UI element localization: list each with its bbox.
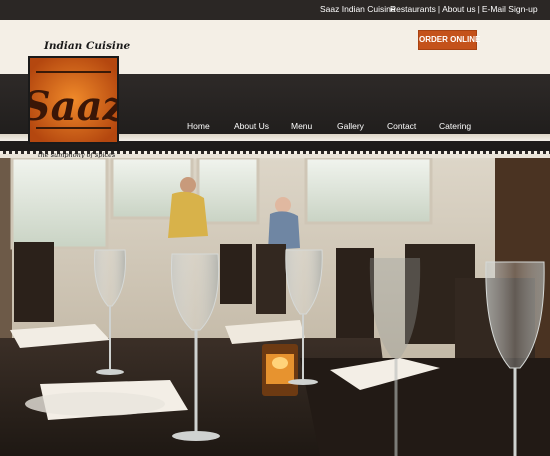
saaz-logo[interactable]: Saaz <box>28 56 119 144</box>
link-separator: | <box>437 4 441 14</box>
order-online-button[interactable]: ORDER ONLINE <box>418 30 480 50</box>
top-utility-bar: Saaz Indian Cuisine Restaurants | About us… <box>0 0 550 20</box>
restaurants-link[interactable]: Restaurants <box>390 4 436 14</box>
nav-catering[interactable]: Catering <box>439 121 471 131</box>
hero-image <box>0 158 550 456</box>
nav-gallery[interactable]: Gallery <box>337 121 364 131</box>
nav-about-us[interactable]: About Us <box>234 121 269 131</box>
logo-artwork: Saaz <box>30 58 117 142</box>
logo-tagline: Indian Cuisine <box>44 40 131 52</box>
logo-brand-mark: Saaz <box>30 83 117 130</box>
nav-menu[interactable]: Menu <box>291 121 312 131</box>
utility-links: Restaurants | About us | E-Mail Sign-up <box>390 4 538 14</box>
nav-home[interactable]: Home <box>187 121 210 131</box>
link-separator: | <box>477 4 480 14</box>
site-name-link[interactable]: Saaz Indian Cuisine <box>320 4 396 14</box>
nav-contact[interactable]: Contact <box>387 121 416 131</box>
about-us-link[interactable]: About us <box>442 4 476 14</box>
email-signup-link[interactable]: E-Mail Sign-up <box>482 4 538 14</box>
hero-restaurant-photo <box>0 158 550 456</box>
